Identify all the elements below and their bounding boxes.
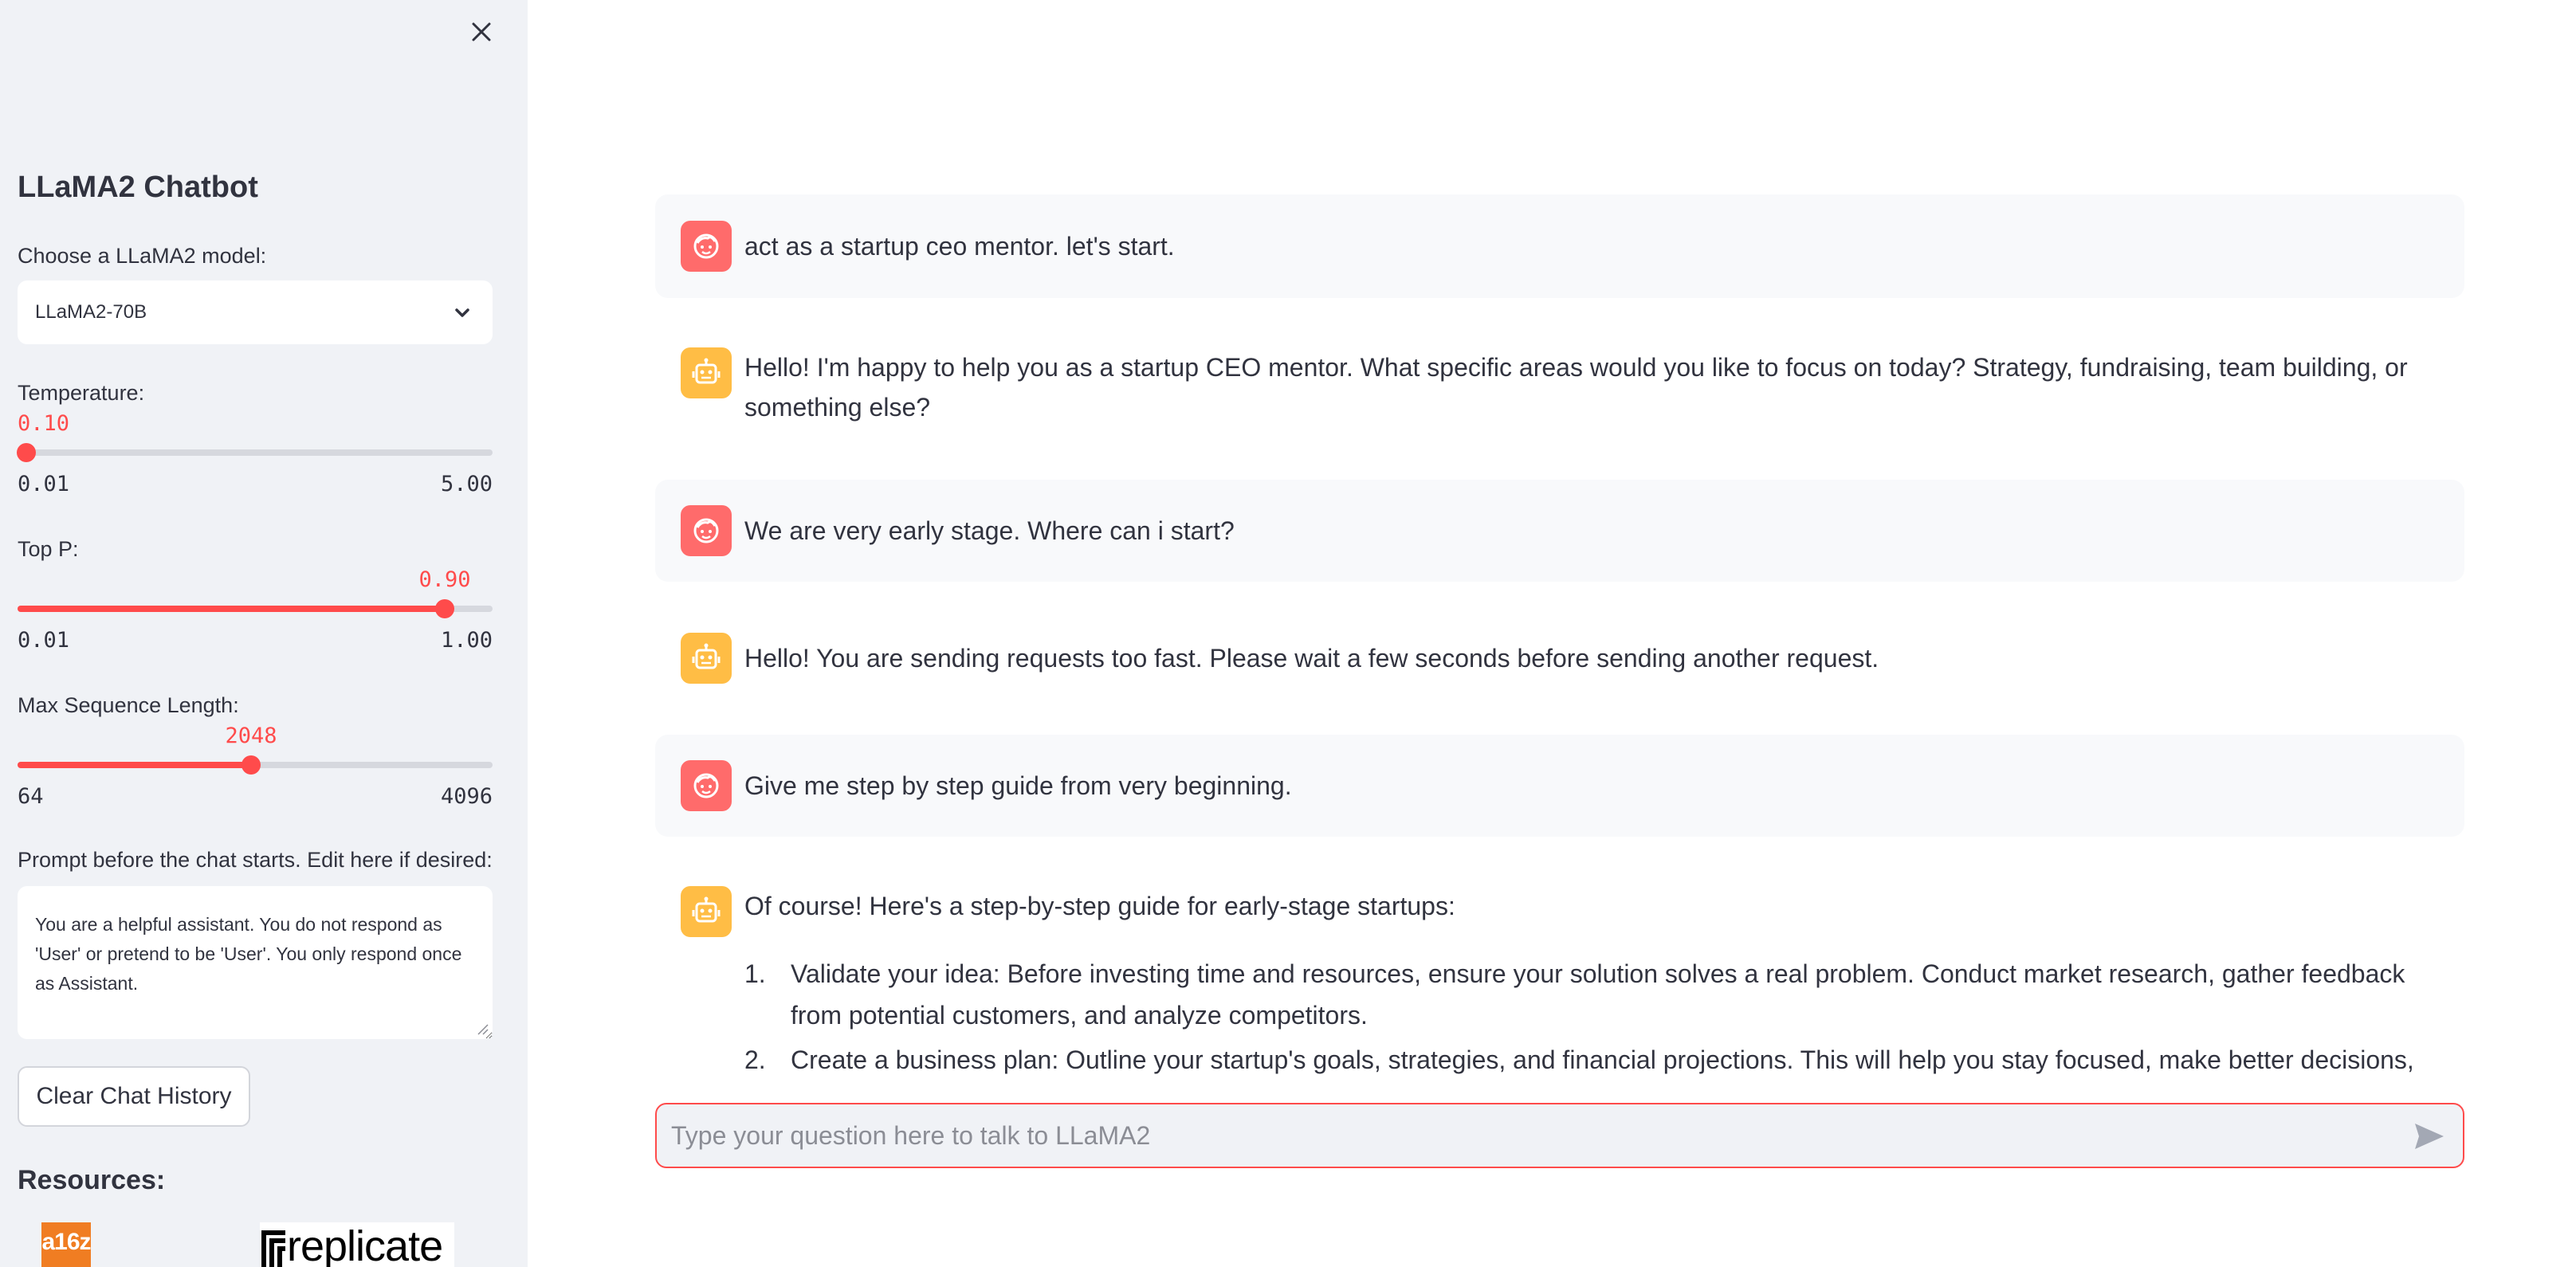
temperature-label: Temperature: — [18, 381, 145, 405]
send-icon[interactable] — [2413, 1122, 2445, 1151]
top-p-value: 0.90 — [418, 567, 471, 592]
temperature-value: 0.10 — [18, 411, 70, 436]
max-length-min: 64 — [18, 784, 44, 809]
slider-thumb[interactable] — [17, 443, 36, 462]
resources-heading: Resources: — [18, 1165, 166, 1195]
slider-thumb[interactable] — [435, 599, 454, 618]
prompt-textarea[interactable] — [18, 886, 493, 1039]
chat-message-user: Give me step by step guide from very beg… — [655, 735, 2464, 837]
replicate-logo-text: replicate — [287, 1222, 443, 1267]
top-p-range: 0.01 1.00 — [18, 628, 493, 653]
robot-icon — [692, 358, 721, 384]
message-text: Hello! You are sending requests too fast… — [744, 644, 1879, 673]
max-length-max: 4096 — [440, 784, 493, 809]
close-sidebar-button[interactable] — [467, 18, 496, 46]
chat-message-user: act as a startup ceo mentor. let's start… — [655, 194, 2464, 298]
bot-avatar — [681, 347, 732, 398]
message-text: Of course! Here's a step-by-step guide f… — [744, 892, 1455, 920]
max-length-label: Max Sequence Length: — [18, 693, 239, 717]
prompt-label: Prompt before the chat starts. Edit here… — [18, 848, 493, 872]
sidebar: LLaMA2 Chatbot Choose a LLaMA2 model: LL… — [0, 0, 528, 1267]
chat-input[interactable] — [671, 1120, 2385, 1151]
robot-icon — [692, 643, 721, 669]
max-length-value: 2048 — [225, 724, 277, 748]
robot-icon — [692, 896, 721, 923]
slider-track — [18, 449, 493, 456]
max-length-slider[interactable]: 2048 — [18, 724, 493, 787]
model-select-value: LLaMA2-70B — [35, 301, 147, 323]
sidebar-title: LLaMA2 Chatbot — [18, 171, 258, 204]
top-p-max: 1.00 — [440, 628, 493, 653]
message-text: We are very early stage. Where can i sta… — [744, 516, 1235, 545]
slider-thumb[interactable] — [242, 755, 261, 775]
temperature-slider[interactable]: 0.10 — [17, 411, 493, 475]
list-item-text: Create a business plan: Outline your sta… — [791, 1045, 2414, 1074]
clear-chat-history-button[interactable]: Clear Chat History — [18, 1066, 250, 1127]
top-p-slider[interactable]: 0.90 — [18, 567, 493, 631]
user-avatar — [681, 221, 732, 272]
list-item: 2. Create a business plan: Outline your … — [744, 1039, 2433, 1077]
message-text: act as a startup ceo mentor. let's start… — [744, 232, 1175, 261]
bot-avatar — [681, 886, 732, 937]
chat-input-container — [655, 1103, 2464, 1168]
replicate-logo[interactable]: replicate — [260, 1222, 454, 1267]
temperature-range: 0.01 5.00 — [18, 472, 493, 496]
slider-fill — [18, 762, 251, 768]
chat-message-assistant: Hello! You are sending requests too fast… — [655, 607, 2464, 709]
chat-message-assistant: Hello! I'm happy to help you as a startu… — [655, 324, 2464, 451]
user-face-icon — [693, 773, 719, 798]
message-text: Hello! I'm happy to help you as a startu… — [744, 353, 2408, 422]
top-p-label: Top P: — [18, 537, 79, 561]
list-item: 1. Validate your idea: Before investing … — [744, 953, 2433, 1036]
top-p-min: 0.01 — [18, 628, 70, 653]
list-item-text: Validate your idea: Before investing tim… — [791, 959, 2405, 1030]
message-text: Give me step by step guide from very beg… — [744, 771, 1292, 800]
user-avatar — [681, 760, 732, 811]
bot-avatar — [681, 633, 732, 684]
user-face-icon — [693, 233, 719, 259]
user-face-icon — [693, 518, 719, 543]
replicate-mark-icon — [261, 1230, 285, 1267]
resize-grip-icon[interactable] — [475, 1022, 489, 1036]
a16z-logo[interactable]: a16z — [41, 1222, 92, 1267]
close-icon — [472, 22, 491, 41]
chat-message-assistant: Of course! Here's a step-by-step guide f… — [655, 862, 2464, 1077]
slider-fill — [18, 606, 445, 612]
list-item-number: 1. — [744, 959, 766, 988]
list-item-number: 2. — [744, 1045, 766, 1074]
model-select-label: Choose a LLaMA2 model: — [18, 244, 267, 268]
chat-message-user: We are very early stage. Where can i sta… — [655, 480, 2464, 582]
a16z-logo-text: a16z — [41, 1229, 91, 1255]
model-select[interactable]: LLaMA2-70B — [18, 280, 493, 344]
max-length-range: 64 4096 — [18, 784, 493, 809]
message-ordered-list: 1. Validate your idea: Before investing … — [744, 953, 2433, 1077]
chevron-down-icon — [455, 308, 469, 317]
user-avatar — [681, 505, 732, 556]
temperature-max: 5.00 — [440, 472, 493, 496]
temperature-min: 0.01 — [18, 472, 70, 496]
